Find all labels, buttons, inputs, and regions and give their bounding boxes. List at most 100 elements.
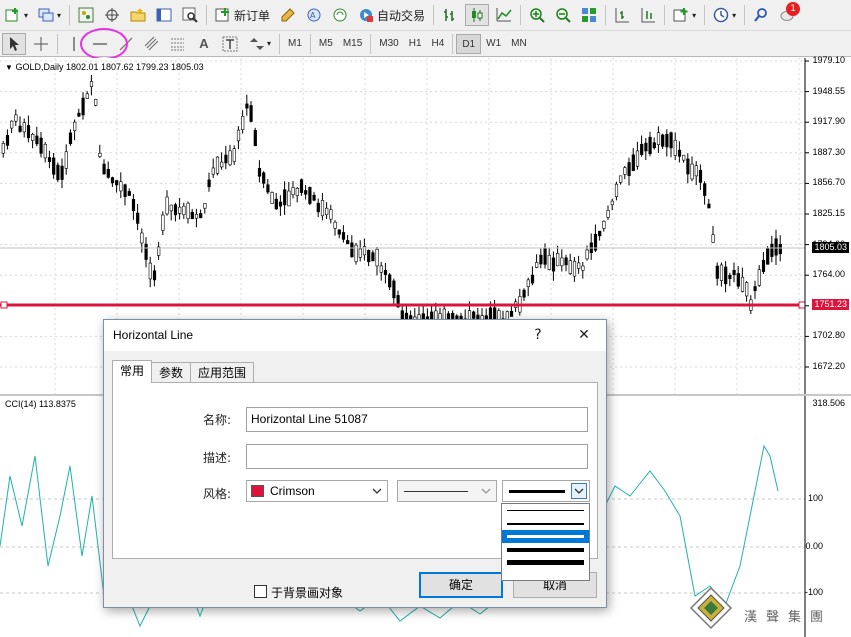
chart-shift-icon (615, 8, 630, 23)
candle-body (52, 157, 56, 175)
vertical-line-tool-button[interactable] (63, 33, 85, 55)
help-button[interactable]: ? (520, 320, 556, 351)
crosshair-icon (34, 36, 48, 51)
candle-body (56, 164, 60, 181)
fibonacci-tool-button[interactable] (167, 33, 189, 55)
hline-left-anchor[interactable] (0, 301, 8, 309)
ok-button[interactable]: 确定 (419, 572, 503, 598)
terminal-button[interactable] (153, 4, 175, 26)
timeframe-m30[interactable]: M30 (374, 34, 403, 54)
auto-trading-button[interactable]: 自动交易 (355, 4, 428, 26)
description-field[interactable] (246, 444, 588, 469)
candle-body (283, 189, 287, 206)
candle-body (165, 196, 169, 215)
navigator-button[interactable] (127, 4, 149, 26)
zoom-in-button[interactable] (526, 4, 548, 26)
candle-body (89, 81, 94, 87)
timeframe-d1[interactable]: D1 (456, 33, 482, 54)
candle-body (383, 270, 388, 275)
cursor-tool-button[interactable] (2, 32, 26, 55)
signals-button[interactable] (329, 4, 351, 26)
new-chart-button[interactable]: ▾ (2, 4, 31, 26)
notifications-button[interactable]: 1 (776, 2, 801, 26)
timeframe-h1[interactable]: H1 (404, 34, 427, 54)
new-order-button[interactable]: 新订单 (212, 4, 273, 26)
timeframe-m5[interactable]: M5 (314, 34, 338, 54)
indicators-icon (673, 8, 688, 22)
candle-body (186, 202, 190, 219)
width-option-2[interactable] (502, 517, 589, 530)
strategy-tester-button[interactable] (179, 4, 201, 26)
tile-windows-button[interactable] (578, 4, 600, 26)
periods-button[interactable]: ▾ (710, 4, 739, 26)
tab-common[interactable]: 常用 (112, 360, 153, 383)
candle-body (136, 212, 140, 224)
price-scale-label: 1887.30 (812, 146, 845, 157)
chevron-down-icon (478, 483, 494, 499)
text-tool-button[interactable]: A (193, 33, 215, 55)
description-label: 描述: (203, 451, 232, 465)
width-option-5[interactable] (502, 556, 589, 569)
candle-body (690, 163, 694, 180)
candle-body (581, 265, 585, 271)
candlestick-chart-button[interactable] (465, 4, 490, 26)
candle-body (215, 156, 220, 174)
candle-body (698, 169, 703, 183)
name-field[interactable]: Horizontal Line 51087 (246, 407, 588, 432)
name-label: 名称: (203, 413, 232, 427)
zoom-out-button[interactable] (552, 4, 574, 26)
timeframe-mn[interactable]: MN (506, 34, 532, 54)
candle-body (39, 137, 43, 154)
tab-visualization[interactable]: 应用范围 (190, 362, 255, 383)
metaeditor-button[interactable] (277, 4, 299, 26)
crosshair-tool-button[interactable] (30, 33, 52, 55)
symbol-info-label: ▼ GOLD,Daily 1802.01 1807.62 1799.23 180… (5, 62, 204, 72)
text-label-tool-button[interactable] (219, 33, 241, 55)
candle-body (329, 209, 333, 220)
width-option-1[interactable] (502, 504, 589, 517)
line-style-dropdown[interactable] (397, 480, 497, 502)
hline-right-anchor[interactable] (798, 301, 806, 309)
timeframe-m1[interactable]: M1 (283, 34, 307, 54)
candle-body (194, 214, 199, 219)
line-width-dropdown[interactable] (502, 480, 590, 502)
timeframe-w1[interactable]: W1 (481, 34, 506, 54)
arrows-tool-button[interactable]: ▾ (245, 33, 274, 55)
candle-body (388, 274, 392, 288)
price-scale-label: 1764.00 (812, 269, 845, 280)
zoom-out-icon (556, 8, 571, 23)
width-option-3[interactable] (502, 530, 589, 543)
chart-shift-button[interactable] (611, 4, 633, 26)
market-watch-button[interactable] (75, 4, 97, 26)
candle-body (182, 205, 186, 216)
svg-text:A: A (310, 11, 316, 20)
equidistant-channel-tool-button[interactable] (141, 33, 163, 55)
candle-body (694, 165, 698, 177)
timeframe-m15[interactable]: M15 (338, 34, 367, 54)
horizontal-line-tool-button[interactable] (89, 33, 111, 55)
candle-body (190, 211, 194, 220)
trendline-tool-button[interactable] (115, 33, 137, 55)
line-chart-button[interactable] (493, 4, 515, 26)
symbol-dropdown-icon[interactable]: ▼ (5, 63, 13, 72)
indicators-button[interactable]: ▾ (670, 4, 699, 26)
line-chart-icon (496, 8, 512, 22)
close-button[interactable]: ✕ (566, 320, 602, 351)
candle-body (85, 93, 89, 99)
experts-button[interactable]: A (303, 4, 325, 26)
data-window-button[interactable] (101, 4, 123, 26)
width-option-4[interactable] (502, 543, 589, 556)
search-button[interactable] (750, 4, 772, 26)
candle-body (178, 206, 182, 214)
profiles-button[interactable]: ▾ (35, 4, 64, 26)
timeframe-h4[interactable]: H4 (427, 34, 450, 54)
background-checkbox[interactable] (254, 585, 267, 598)
candle-body (627, 162, 631, 176)
color-dropdown[interactable]: Crimson (246, 480, 388, 502)
autoscroll-icon (641, 8, 656, 23)
company-logo-text: 漢聲集團 (744, 610, 833, 625)
autoscroll-button[interactable] (637, 4, 659, 26)
bar-chart-button[interactable] (439, 4, 461, 26)
candle-body (169, 204, 173, 212)
tab-parameters[interactable]: 参数 (151, 362, 192, 383)
